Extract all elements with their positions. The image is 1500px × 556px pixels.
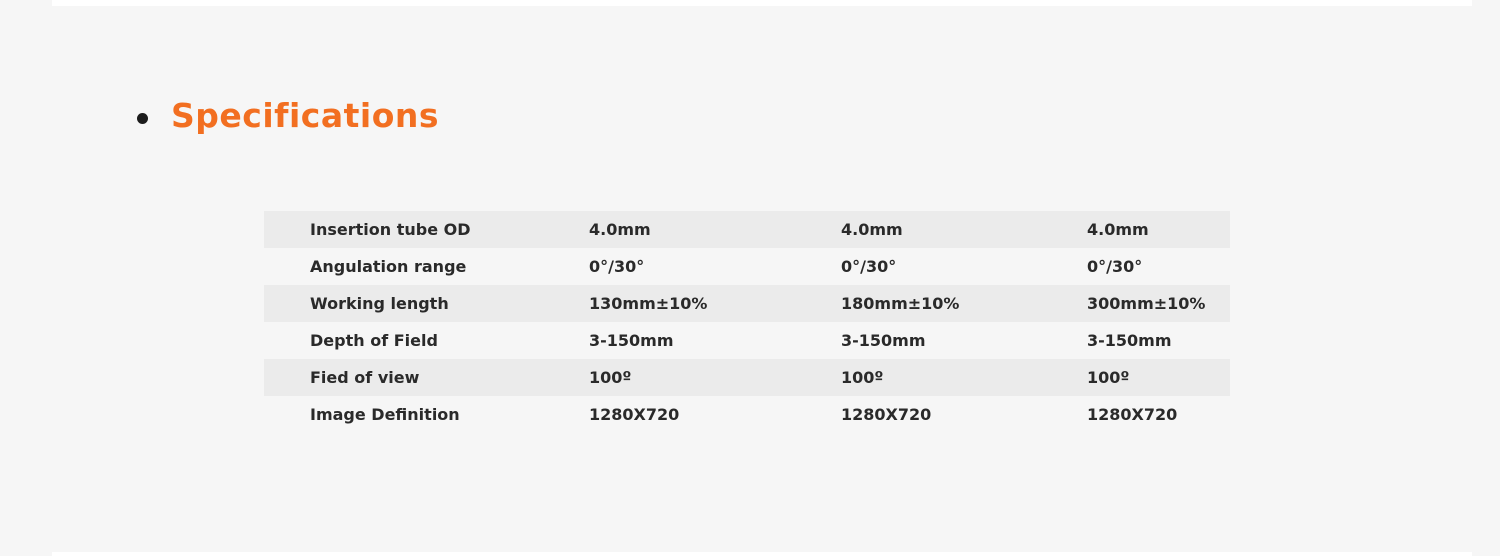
page: Specifications Insertion tube OD 4.0mm 4… [0, 0, 1500, 556]
section-heading: Specifications [137, 92, 439, 140]
row-value: 1280X720 [841, 405, 932, 424]
row-label: Angulation range [310, 257, 467, 276]
row-value: 130mm±10% [589, 294, 708, 313]
bullet-icon [137, 112, 148, 124]
row-value: 0°/30° [589, 257, 645, 276]
row-label: Image Definition [310, 405, 460, 424]
row-value: 180mm±10% [841, 294, 960, 313]
row-label: Depth of Field [310, 331, 438, 350]
row-value: 4.0mm [841, 220, 903, 239]
specifications-table: Insertion tube OD 4.0mm 4.0mm 4.0mm Angu… [264, 211, 1230, 433]
row-value: 4.0mm [1087, 220, 1149, 239]
row-value: 1280X720 [589, 405, 680, 424]
row-value: 1280X720 [1087, 405, 1178, 424]
table-row: Working length 130mm±10% 180mm±10% 300mm… [264, 285, 1230, 322]
bottom-divider [52, 552, 1472, 556]
row-value: 0°/30° [841, 257, 897, 276]
section-title: Specifications [171, 96, 440, 135]
row-value: 0°/30° [1087, 257, 1143, 276]
row-value: 4.0mm [589, 220, 651, 239]
row-label: Insertion tube OD [310, 220, 471, 239]
row-label: Working length [310, 294, 449, 313]
row-value: 3-150mm [841, 331, 926, 350]
table-row: Angulation range 0°/30° 0°/30° 0°/30° [264, 248, 1230, 285]
row-value: 300mm±10% [1087, 294, 1206, 313]
row-label: Fied of view [310, 368, 420, 387]
table-row: Depth of Field 3-150mm 3-150mm 3-150mm [264, 322, 1230, 359]
row-value: 100º [589, 368, 632, 387]
table-row: Insertion tube OD 4.0mm 4.0mm 4.0mm [264, 211, 1230, 248]
table-row: Fied of view 100º 100º 100º [264, 359, 1230, 396]
row-value: 100º [841, 368, 884, 387]
row-value: 3-150mm [1087, 331, 1172, 350]
table-row: Image Definition 1280X720 1280X720 1280X… [264, 396, 1230, 433]
row-value: 3-150mm [589, 331, 674, 350]
top-divider [52, 0, 1472, 6]
row-value: 100º [1087, 368, 1130, 387]
